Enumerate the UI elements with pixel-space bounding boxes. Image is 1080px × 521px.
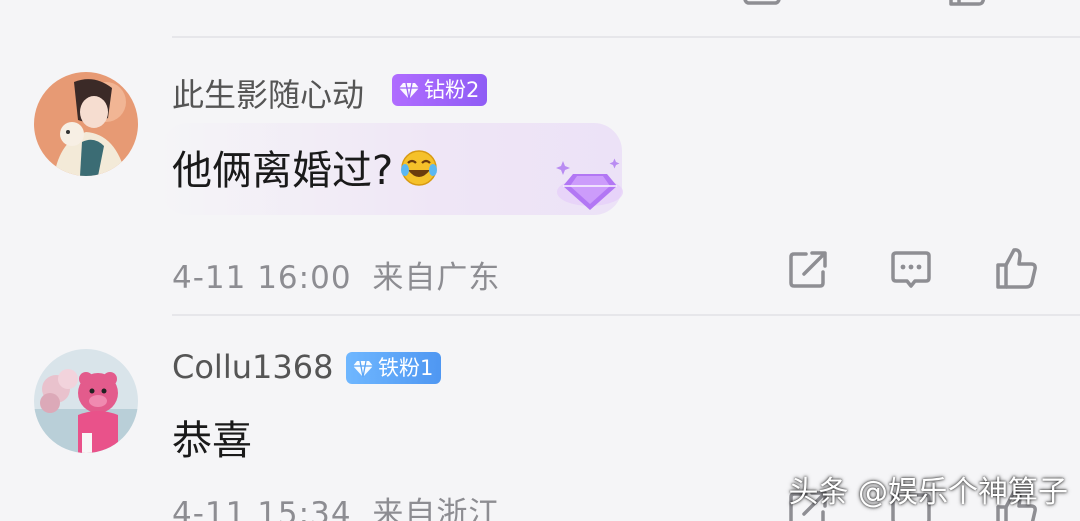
fan-badge[interactable]: 铁粉1 (346, 352, 442, 384)
comment-text: 恭喜 (172, 408, 252, 466)
avatar[interactable] (34, 349, 138, 453)
laugh-cry-emoji-icon (399, 148, 439, 198)
previous-comment-footer (0, 0, 1080, 14)
comment-text: 他俩离婚过? (172, 138, 439, 198)
share-icon[interactable] (786, 248, 830, 292)
comment-text-content: 他俩离婚过? (172, 148, 394, 194)
comment-location: 来自广东 (372, 260, 501, 296)
badge-label: 钻粉2 (424, 78, 480, 102)
comment-date: 4-11 15:34 (172, 496, 352, 521)
diamond-icon (353, 360, 373, 378)
divider (172, 314, 1080, 316)
diamond-icon (399, 82, 419, 100)
watermark: 头条 @娱乐个神算子 (788, 475, 1068, 510)
like-icon[interactable] (994, 246, 1038, 290)
like-icon[interactable] (945, 0, 989, 8)
comment-meta: 4-11 16:00 来自广东 (172, 252, 500, 297)
username[interactable]: Collu1368 (172, 348, 333, 386)
comment-meta: 4-11 15:34 来自浙江 (172, 488, 500, 521)
badge-label: 铁粉1 (378, 356, 434, 380)
avatar[interactable] (34, 72, 138, 176)
username[interactable]: 此生影随心动 (172, 70, 364, 116)
divider (172, 36, 1080, 38)
comment-location: 来自浙江 (372, 496, 501, 521)
fan-badge[interactable]: 钻粉2 (392, 74, 488, 106)
share-icon[interactable] (740, 0, 784, 8)
comment-icon[interactable] (840, 0, 884, 8)
comment-date: 4-11 16:00 (172, 260, 352, 296)
comment-icon[interactable] (889, 248, 933, 292)
comment-text-content: 恭喜 (172, 418, 252, 464)
diamond-decoration-icon (555, 158, 625, 218)
